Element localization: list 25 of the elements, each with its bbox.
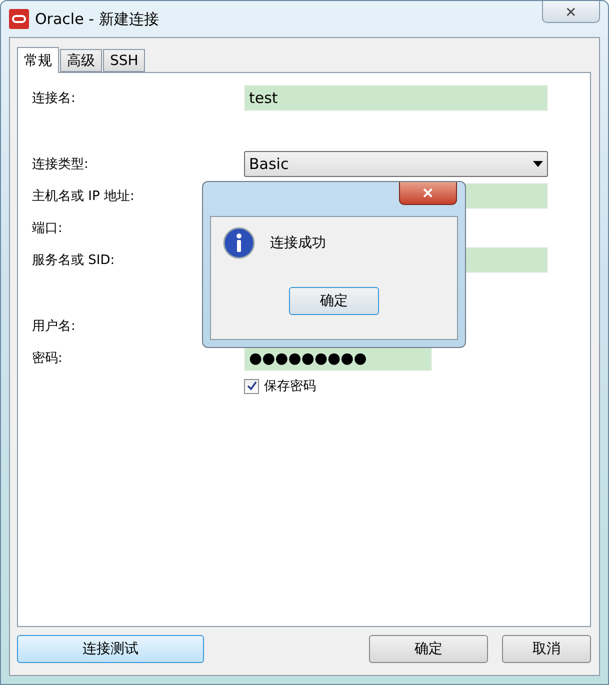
input-field[interactable]: test	[244, 85, 548, 111]
tab[interactable]: 常规	[17, 47, 59, 73]
caret-icon	[533, 161, 543, 167]
logo-icon	[9, 9, 29, 29]
field-label: 密码:	[32, 350, 64, 367]
field-label: 连接名:	[32, 90, 76, 107]
close-button[interactable]: ✕	[542, 1, 600, 23]
checkbox[interactable]	[244, 378, 259, 394]
info-icon	[223, 227, 255, 259]
field-label: 端口:	[32, 220, 64, 237]
check-icon	[246, 381, 256, 391]
ok-button[interactable]: 确定	[369, 635, 488, 663]
tab[interactable]: SSH	[103, 49, 146, 72]
test-connection-button[interactable]: 连接测试	[17, 635, 204, 663]
checkbox-label: 保存密码	[264, 378, 316, 395]
tab[interactable]: 高级	[60, 49, 102, 72]
field-label: 连接类型:	[32, 156, 90, 173]
field-label: 主机名或 IP 地址:	[32, 188, 136, 205]
ok-button[interactable]: 确定	[289, 287, 379, 315]
field-label: 服务名或 SID:	[32, 252, 116, 269]
field-label: 用户名:	[32, 318, 76, 335]
cancel-button[interactable]: 取消	[502, 635, 591, 663]
type-dropdown[interactable]: Basic	[244, 151, 548, 177]
message-text: 连接成功	[270, 234, 326, 252]
window-title: Oracle - 新建连接	[35, 10, 159, 28]
